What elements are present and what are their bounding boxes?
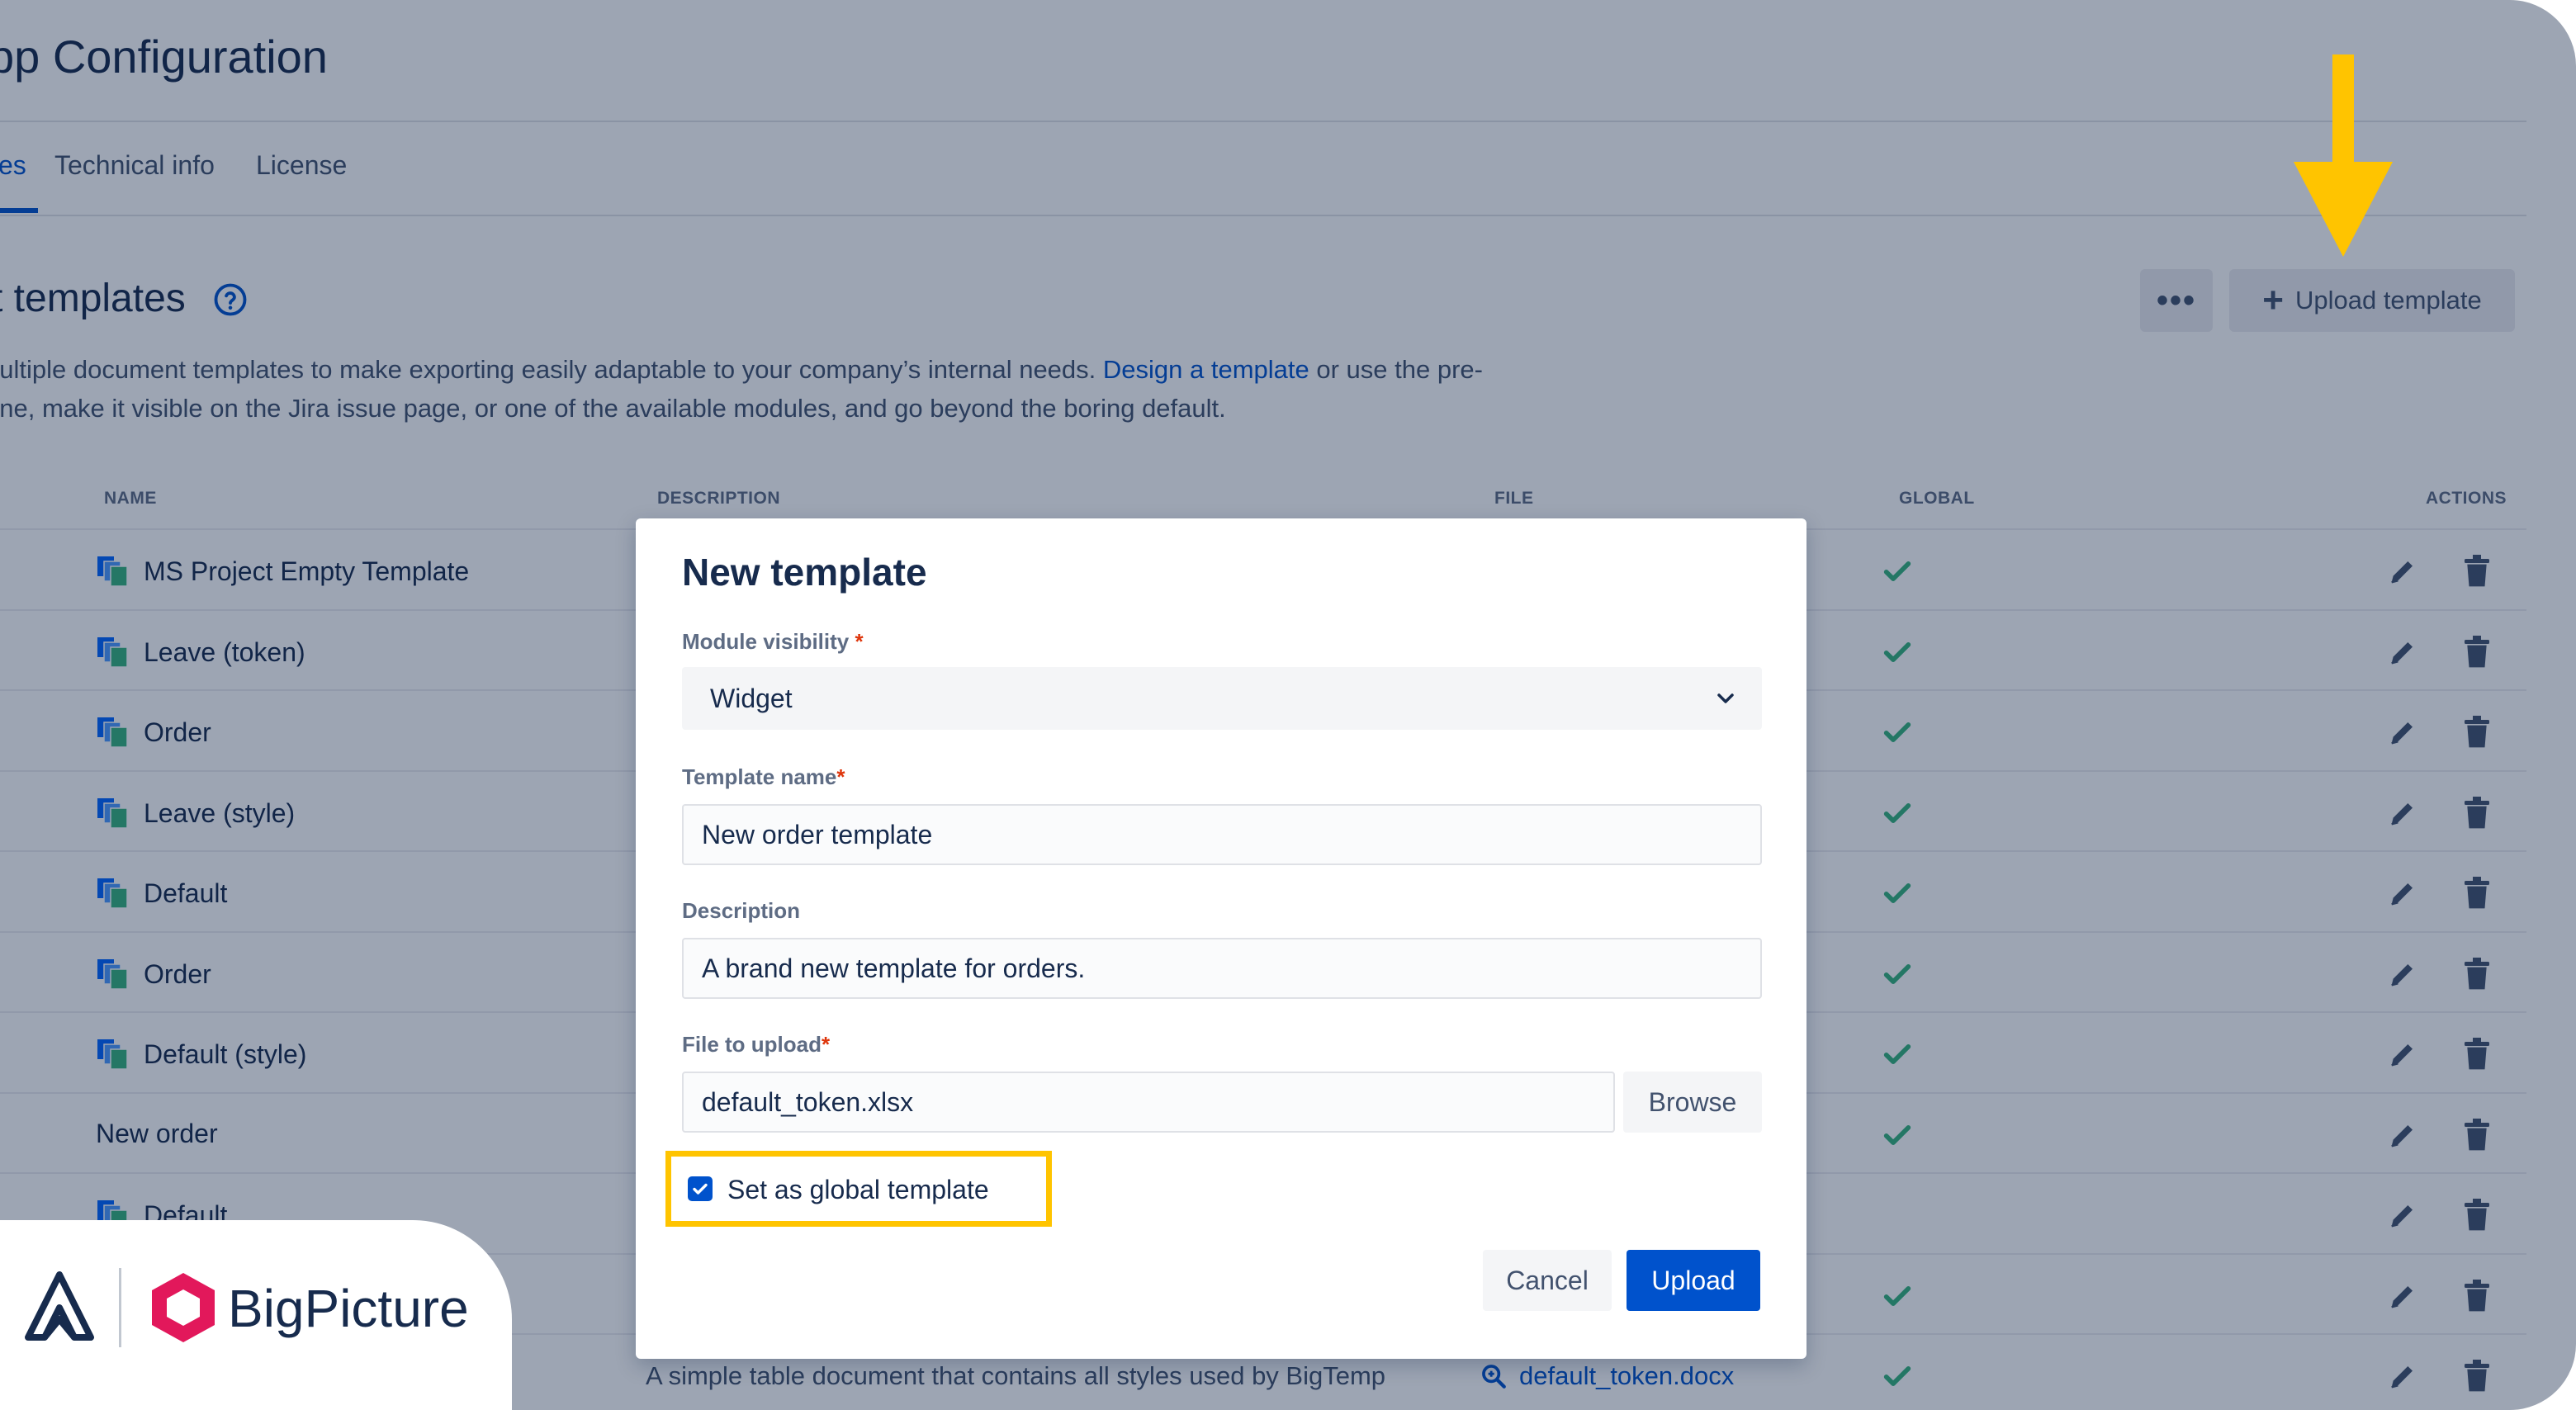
module-visibility-label: Module visibility * <box>682 629 864 655</box>
dialog-title: New template <box>682 551 927 594</box>
global-template-checkbox[interactable] <box>688 1176 713 1201</box>
browse-button[interactable]: Browse <box>1623 1072 1762 1133</box>
template-name-label: Template name* <box>682 764 845 790</box>
required-marker: * <box>836 764 845 789</box>
required-marker: * <box>822 1032 831 1057</box>
description-label: Description <box>682 898 801 923</box>
file-to-upload-label: File to upload* <box>682 1032 830 1058</box>
file-path-input[interactable] <box>682 1072 1615 1133</box>
chevron-down-icon <box>1717 693 1734 703</box>
brand-badge: BigPicture <box>0 1220 512 1410</box>
upload-button[interactable]: Upload <box>1627 1250 1760 1311</box>
new-template-dialog: New template Module visibility * Widget … <box>636 518 1807 1359</box>
appfire-logo-icon <box>25 1271 94 1341</box>
down-arrow-annotation-icon <box>2294 54 2393 257</box>
file-to-upload-label-text: File to upload <box>682 1032 822 1057</box>
brand-divider <box>119 1268 121 1347</box>
module-visibility-select[interactable]: Widget <box>682 667 1762 730</box>
cancel-button[interactable]: Cancel <box>1483 1250 1612 1311</box>
module-visibility-value: Widget <box>710 683 793 713</box>
global-template-label[interactable]: Set as global template <box>727 1175 989 1205</box>
module-visibility-label-text: Module visibility <box>682 629 850 654</box>
brand-name: BigPicture <box>228 1279 469 1338</box>
template-name-input[interactable] <box>682 804 1762 865</box>
screenshot-frame: pp Configuration es Technical info Licen… <box>0 0 2576 1410</box>
global-template-highlight: Set as global template <box>665 1151 1052 1227</box>
description-input[interactable] <box>682 938 1762 999</box>
checkmark-icon <box>693 1183 708 1195</box>
required-marker: * <box>855 629 864 654</box>
template-name-label-text: Template name <box>682 764 837 789</box>
bigpicture-logo-icon <box>152 1273 215 1342</box>
